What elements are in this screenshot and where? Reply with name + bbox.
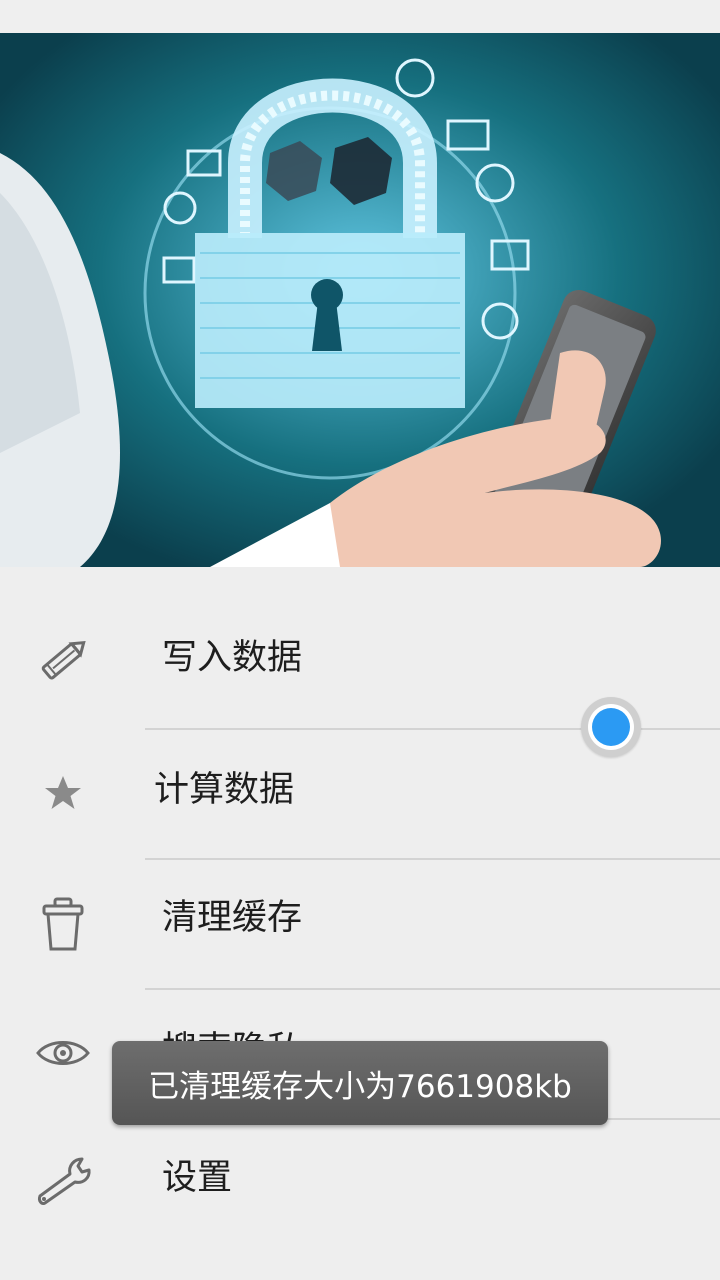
hero-banner-image	[0, 33, 720, 567]
toast-message: 已清理缓存大小为7661908kb	[112, 1041, 608, 1125]
security-illustration	[0, 33, 720, 567]
trash-icon	[30, 892, 96, 958]
menu-item-settings[interactable]: 设置	[0, 1120, 720, 1250]
menu-item-label: 设置	[162, 1158, 233, 1198]
status-bar	[0, 0, 720, 33]
menu-item-label: 清理缓存	[162, 898, 303, 938]
side-menu: 写入数据 计算数据 清理缓存 设置	[0, 567, 720, 1280]
star-icon	[30, 760, 96, 826]
menu-item-label: 写入数据	[162, 638, 303, 678]
wrench-icon	[32, 1148, 98, 1214]
pencil-icon	[30, 627, 96, 693]
menu-item-label: 计算数据	[154, 770, 295, 810]
menu-item-clear-cache[interactable]: 清理缓存	[0, 860, 720, 990]
eye-icon	[30, 1020, 96, 1086]
floating-assistive-button[interactable]	[581, 697, 641, 757]
camera-dot-icon	[592, 708, 630, 746]
